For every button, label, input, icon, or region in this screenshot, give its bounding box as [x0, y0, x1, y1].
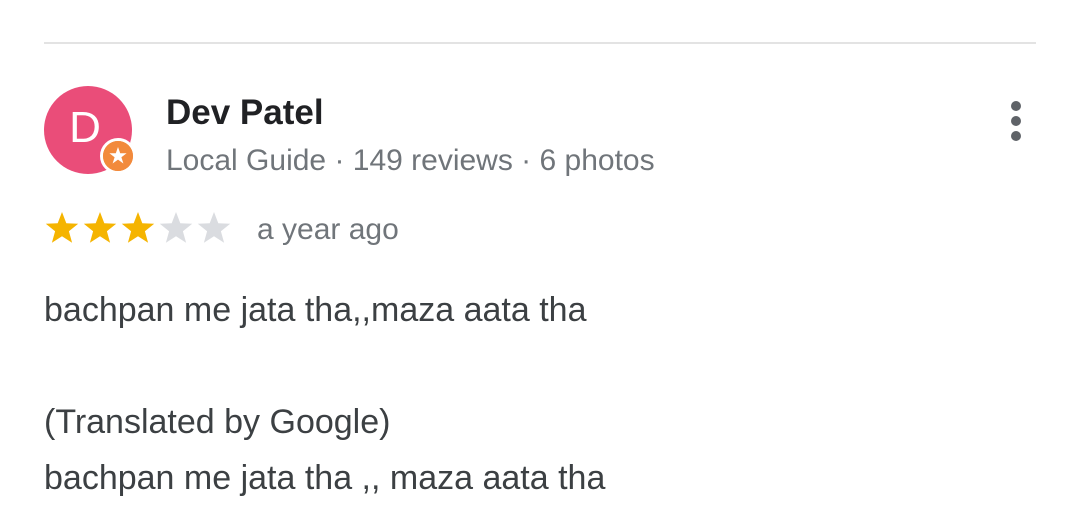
local-guide-badge-icon: [100, 138, 136, 174]
star-filled-icon: [45, 212, 79, 243]
translated-label: (Translated by Google): [44, 403, 391, 441]
reviewer-name[interactable]: Dev Patel: [166, 93, 324, 133]
more-vert-icon: [1011, 101, 1021, 141]
star-empty-icon: [197, 212, 231, 243]
review-translated-text: bachpan me jata tha ,, maza aata tha: [44, 459, 606, 497]
star-empty-icon: [159, 212, 193, 243]
top-divider: [44, 42, 1036, 44]
review-text: bachpan me jata tha,,maza aata tha (Tran…: [44, 282, 605, 506]
star-filled-icon: [121, 212, 155, 243]
review-original-text: bachpan me jata tha,,maza aata tha: [44, 291, 587, 329]
reviewer-meta: Local Guide · 149 reviews · 6 photos: [166, 144, 655, 177]
more-options-button[interactable]: [996, 98, 1036, 146]
star-rating: [44, 210, 232, 250]
review-date: a year ago: [257, 213, 399, 246]
star-filled-icon: [83, 212, 117, 243]
